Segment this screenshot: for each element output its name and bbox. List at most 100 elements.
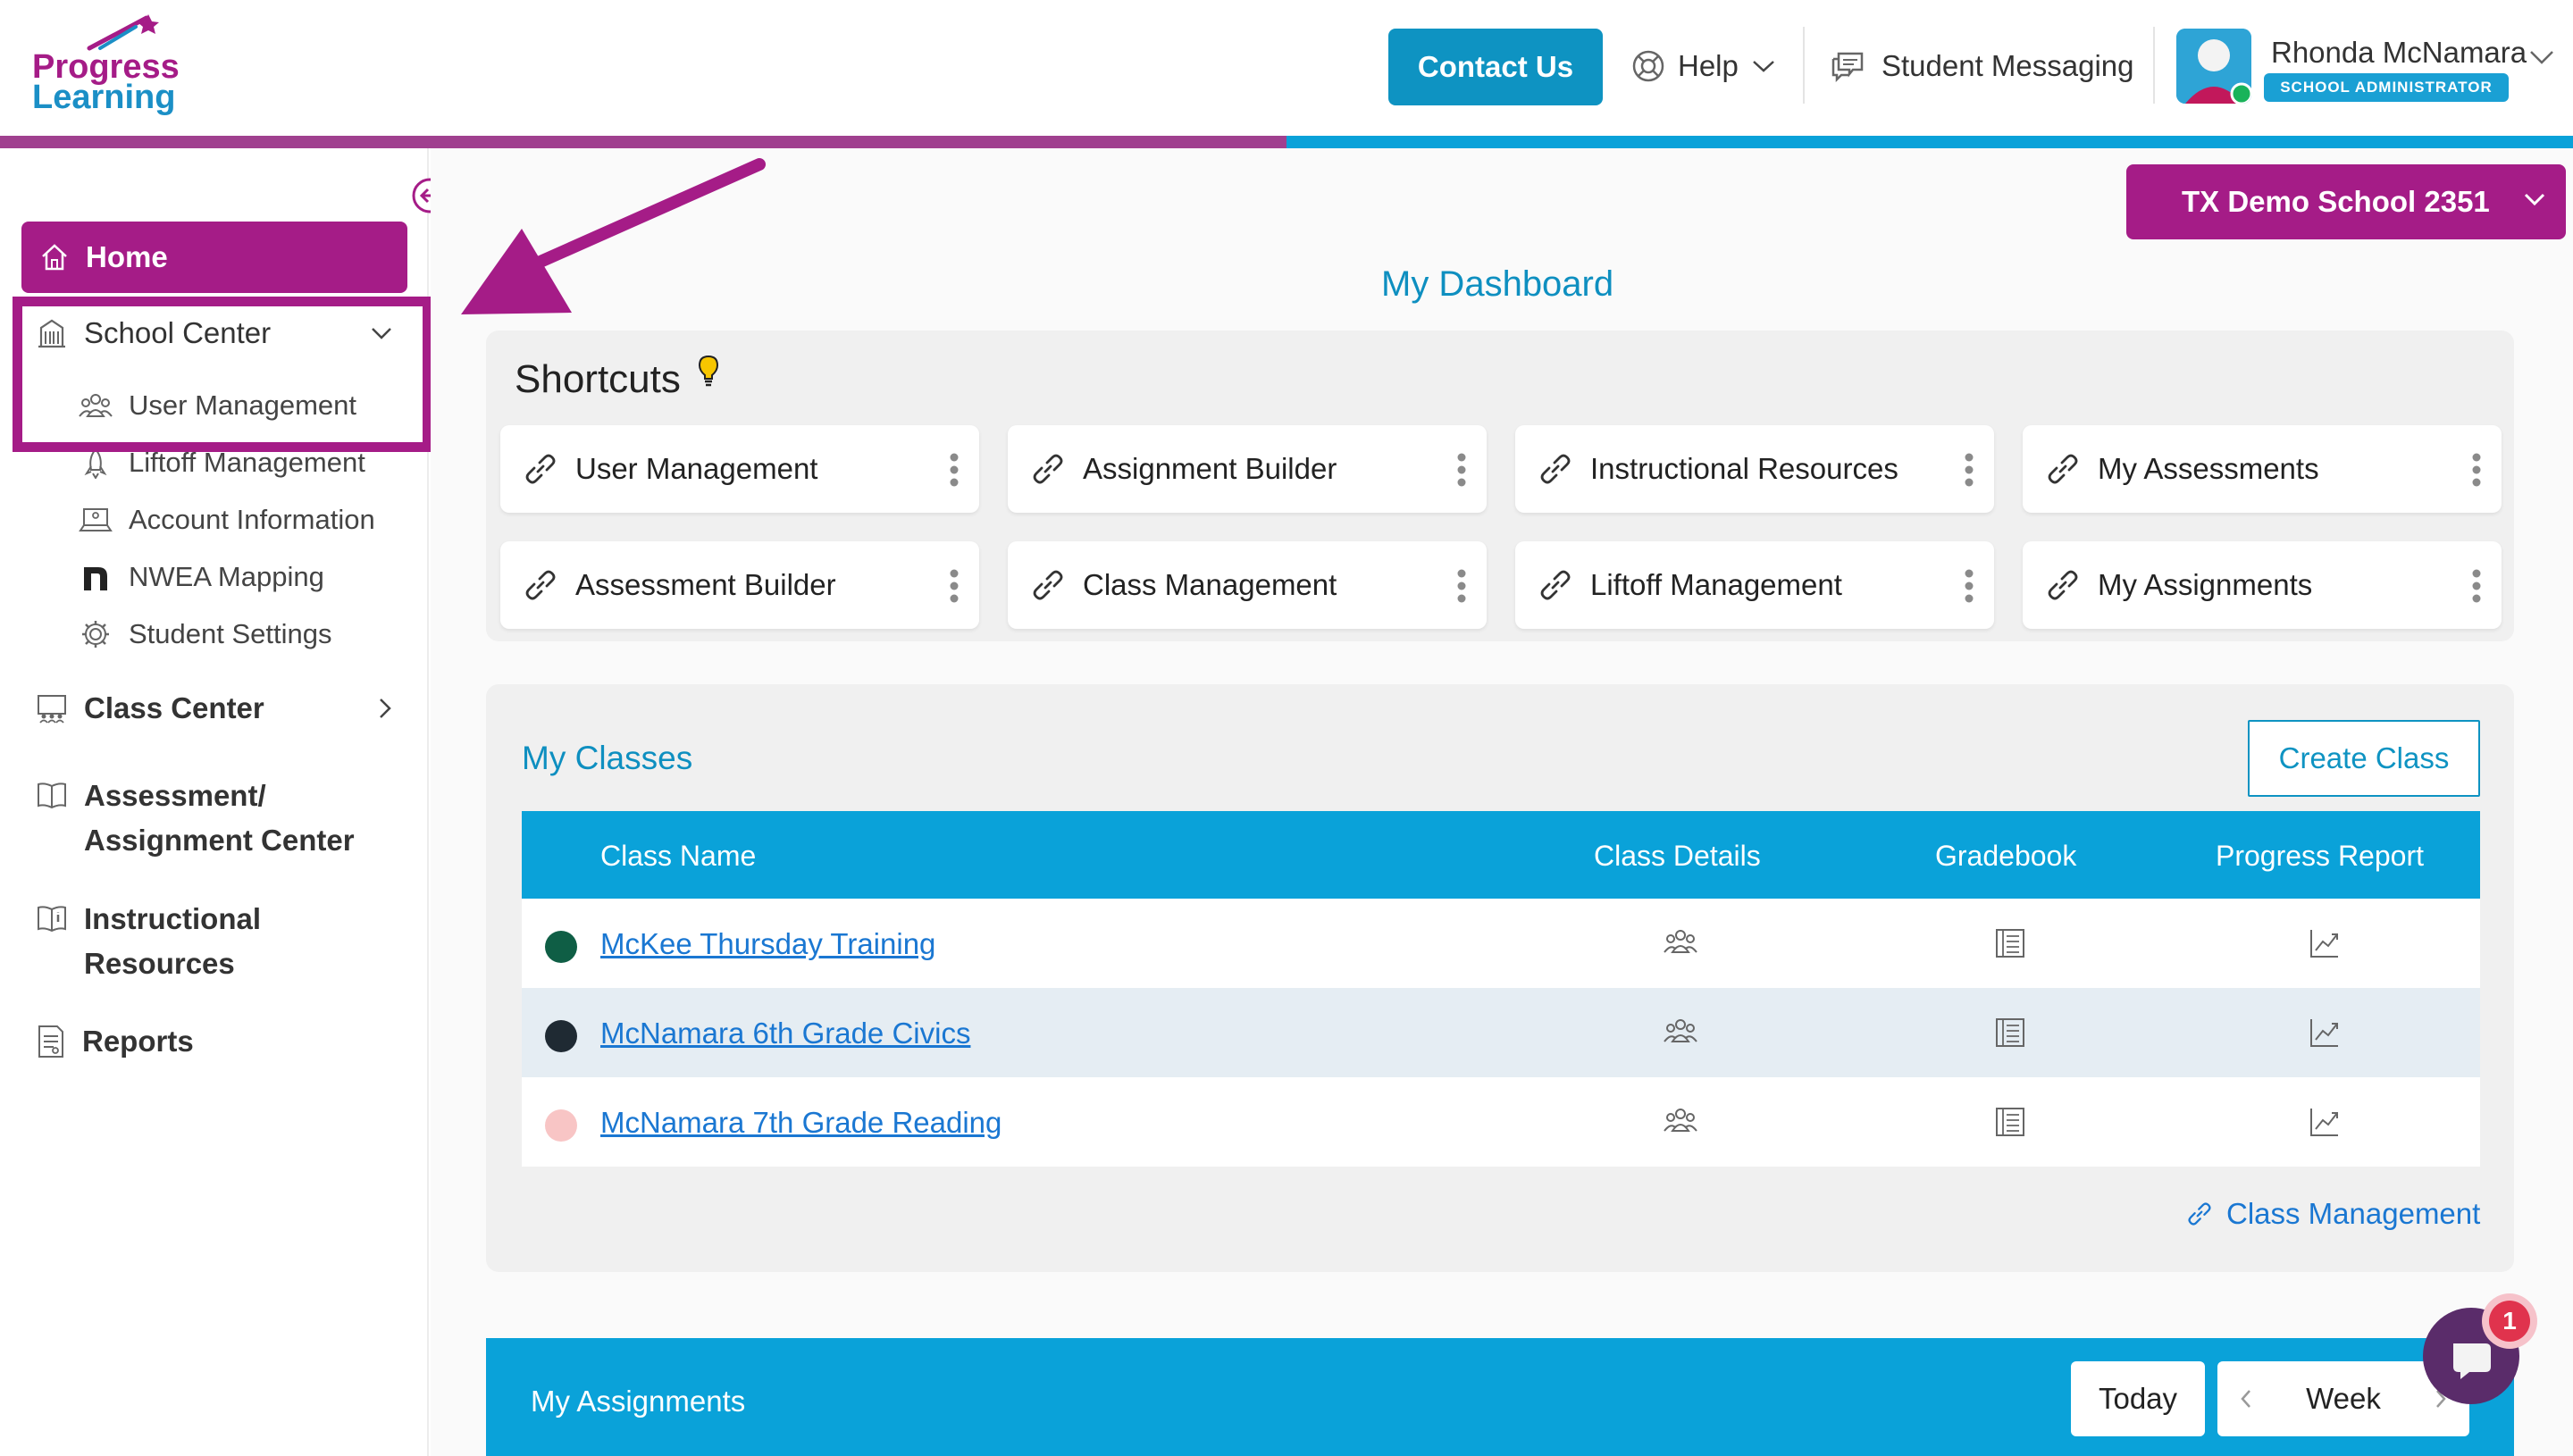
shortcut-card-liftoff-management[interactable]: Liftoff Management <box>1515 541 1994 629</box>
gradebook-icon[interactable] <box>1994 927 2026 959</box>
chevron-down-icon <box>2524 193 2545 206</box>
tutorial-arrow-annotation <box>461 158 766 314</box>
column-header: Class Details <box>1594 840 1761 872</box>
sidebar-item-label: NWEA Mapping <box>129 561 324 592</box>
classroom-icon <box>38 695 66 724</box>
sidebar-item-label: Assessment/ <box>84 779 266 812</box>
link-icon <box>1033 454 1063 484</box>
my-classes-heading: My Classes <box>522 740 693 776</box>
report-document-icon <box>38 1025 63 1058</box>
sidebar-item-nwea-mapping[interactable]: NWEA Mapping <box>79 561 324 593</box>
logo-text-learning: Learning <box>32 79 176 116</box>
kebab-menu-icon[interactable] <box>2471 452 2482 488</box>
sidebar-item-home[interactable]: Home <box>21 222 407 293</box>
progress-chart-icon[interactable] <box>2309 927 2341 959</box>
top-header: Progress Learning Contact Us Help Studen… <box>0 0 2573 136</box>
column-header: Gradebook <box>1935 840 2077 872</box>
school-selector-dropdown[interactable]: TX Demo School 2351 <box>2126 164 2566 239</box>
logo-star-icon <box>87 14 159 51</box>
school-selector-label: TX Demo School 2351 <box>2182 185 2490 218</box>
notification-badge: 1 <box>2489 1301 2530 1342</box>
class-details-users-icon[interactable] <box>1664 1106 1697 1134</box>
table-row: McNamara 6th Grade Civics <box>522 988 2480 1077</box>
week-label: Week <box>2306 1382 2381 1415</box>
avatar <box>2176 29 2251 104</box>
shortcuts-heading: Shortcuts <box>515 357 681 401</box>
sidebar-item-label: Student Settings <box>129 618 332 649</box>
class-name-link[interactable]: McNamara 6th Grade Civics <box>600 1017 970 1050</box>
user-role-badge: SCHOOL ADMINISTRATOR <box>2264 73 2509 102</box>
laptop-icon <box>79 508 113 531</box>
book-info-icon <box>38 906 66 933</box>
class-management-link[interactable]: Class Management <box>2185 1197 2480 1231</box>
kebab-menu-icon[interactable] <box>1964 452 1974 488</box>
class-details-users-icon[interactable] <box>1664 927 1697 956</box>
progress-chart-icon[interactable] <box>2309 1106 2341 1138</box>
lightbulb-icon <box>698 355 719 387</box>
my-assignments-heading: My Assignments <box>531 1385 746 1418</box>
link-icon <box>1033 570 1063 600</box>
link-icon <box>2048 570 2078 600</box>
online-status-icon <box>2230 82 2251 104</box>
shortcut-card-user-management[interactable]: User Management <box>500 425 979 513</box>
sidebar-item-label: Account Information <box>129 504 375 535</box>
student-messaging-link[interactable]: Student Messaging <box>1830 43 2134 89</box>
class-color-dot <box>545 931 577 963</box>
shortcut-card-class-management[interactable]: Class Management <box>1008 541 1487 629</box>
create-class-button[interactable]: Create Class <box>2248 720 2480 797</box>
gradebook-icon[interactable] <box>1994 1017 2026 1049</box>
sidebar-item-assessment-center[interactable]: Assessment/ Assignment Center <box>36 774 355 863</box>
kebab-menu-icon[interactable] <box>949 452 960 488</box>
lifebuoy-icon <box>1632 50 1664 82</box>
chevron-left-icon[interactable] <box>2239 1387 2253 1410</box>
link-icon <box>2188 1202 2211 1226</box>
progress-chart-icon[interactable] <box>2309 1017 2341 1049</box>
shortcut-card-my-assessments[interactable]: My Assessments <box>2023 425 2502 513</box>
kebab-menu-icon[interactable] <box>1964 568 1974 604</box>
kebab-menu-icon[interactable] <box>949 568 960 604</box>
table-row: McNamara 7th Grade Reading <box>522 1077 2480 1167</box>
chevron-down-icon[interactable] <box>2528 48 2555 66</box>
school-center-highlight-annotation <box>13 297 432 452</box>
kebab-menu-icon[interactable] <box>1456 452 1467 488</box>
sidebar-item-class-center[interactable]: Class Center <box>36 691 393 725</box>
open-book-icon <box>38 782 66 809</box>
gradebook-icon[interactable] <box>1994 1106 2026 1138</box>
link-icon <box>2048 454 2078 484</box>
column-header[interactable]: Class Name <box>600 840 756 873</box>
sidebar-item-account-information[interactable]: Account Information <box>79 504 375 536</box>
sidebar-item-label: Resources <box>84 947 235 980</box>
sidebar-item-label: Home <box>86 240 168 273</box>
shortcut-card-assignment-builder[interactable]: Assignment Builder <box>1008 425 1487 513</box>
chat-icon <box>1831 52 1864 82</box>
header-divider <box>2153 27 2155 104</box>
link-icon <box>1540 570 1571 600</box>
help-menu[interactable]: Help <box>1631 43 1776 89</box>
sidebar-item-label: Assignment Center <box>84 824 355 857</box>
today-button[interactable]: Today <box>2071 1361 2205 1436</box>
shortcut-card-assessment-builder[interactable]: Assessment Builder <box>500 541 979 629</box>
shortcut-label: Liftoff Management <box>1590 568 1842 601</box>
class-details-users-icon[interactable] <box>1664 1017 1697 1045</box>
shortcut-label: My Assignments <box>2098 568 2313 601</box>
shortcut-card-instructional-resources[interactable]: Instructional Resources <box>1515 425 1994 513</box>
shortcut-label: Assessment Builder <box>575 568 836 601</box>
brand-stripe-blue <box>1286 136 2573 148</box>
progress-learning-logo[interactable]: Progress Learning <box>32 13 193 123</box>
sidebar-item-label: Reports <box>82 1025 194 1058</box>
sidebar-item-reports[interactable]: Reports <box>36 1024 194 1059</box>
sidebar-item-student-settings[interactable]: Student Settings <box>79 618 332 650</box>
kebab-menu-icon[interactable] <box>2471 568 2482 604</box>
kebab-menu-icon[interactable] <box>1456 568 1467 604</box>
shortcut-label: Class Management <box>1083 568 1337 601</box>
shortcut-label: Assignment Builder <box>1083 452 1337 485</box>
class-management-label: Class Management <box>2226 1197 2481 1230</box>
class-name-link[interactable]: McKee Thursday Training <box>600 927 935 961</box>
messaging-label: Student Messaging <box>1882 49 2134 82</box>
table-row: McKee Thursday Training <box>522 899 2480 988</box>
sidebar-item-instructional-resources[interactable]: Instructional Resources <box>36 897 261 986</box>
contact-us-button[interactable]: Contact Us <box>1388 29 1603 105</box>
class-color-dot <box>545 1020 577 1052</box>
shortcut-card-my-assignments[interactable]: My Assignments <box>2023 541 2502 629</box>
class-name-link[interactable]: McNamara 7th Grade Reading <box>600 1106 1002 1140</box>
